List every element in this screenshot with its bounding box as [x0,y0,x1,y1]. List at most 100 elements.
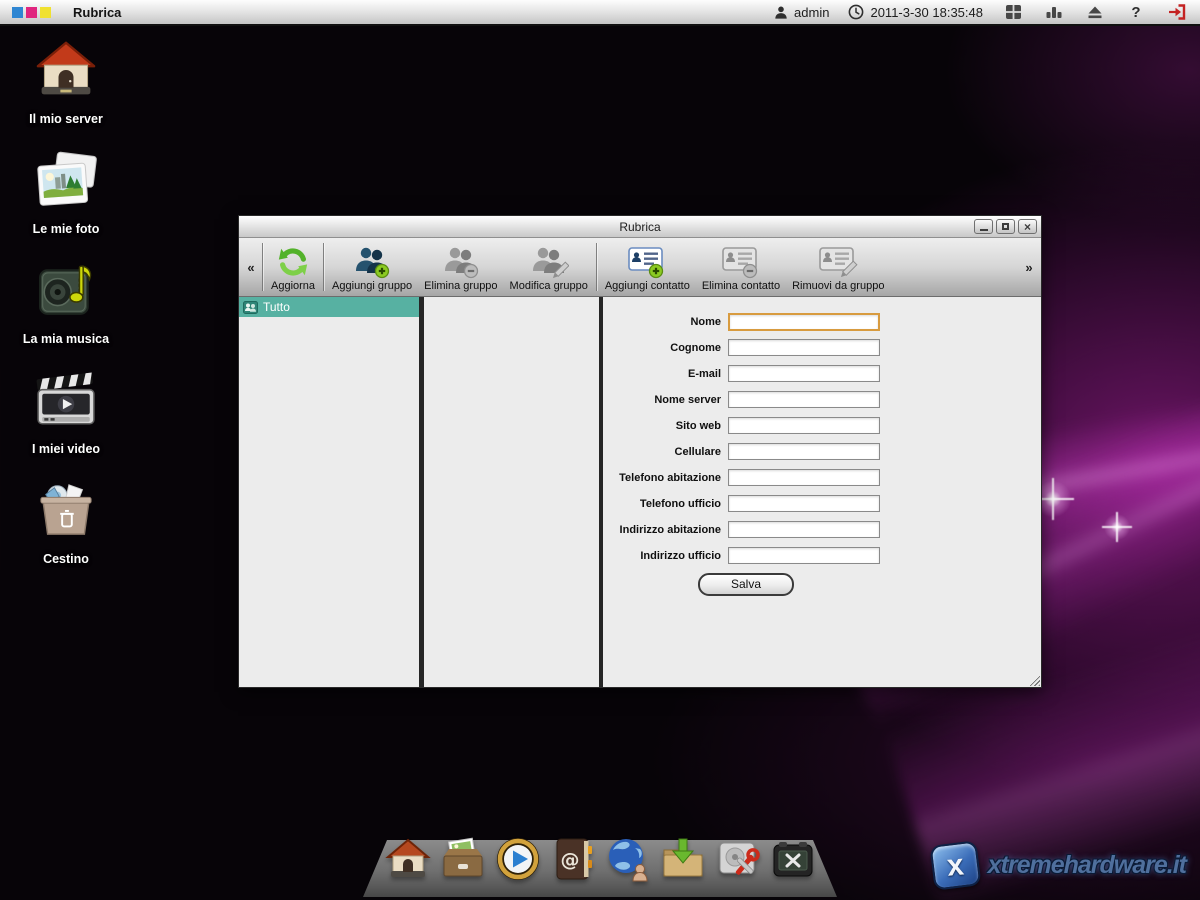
dock-web-icon[interactable] [605,836,651,882]
contact-form: Nome Cognome E-mail Nome server Sito web… [603,297,889,596]
toolbar-button-label: Rimuovi da gruppo [792,280,884,292]
field-label-email: E-mail [603,368,728,380]
nome-field[interactable] [728,313,880,331]
rubrica-window: Rubrica × « Aggiorna [238,215,1042,688]
dock-system-tools-icon[interactable] [715,836,761,882]
user-menu[interactable]: admin [774,5,829,20]
desktop-icon-label: I miei video [16,442,116,456]
maximize-icon [1002,223,1009,230]
watermark-text: xtremehardware.it [988,851,1186,880]
home-icon [36,40,96,98]
svg-text:@: @ [560,849,579,871]
logo-square-blue [12,7,23,18]
toolbar-scroll-right[interactable]: » [1020,238,1038,296]
dock-utilities-icon[interactable] [770,836,816,882]
delete-contact-button[interactable]: Elimina contatto [696,238,786,296]
toolbar-button-label: Modifica gruppo [510,280,588,292]
group-edit-icon [529,245,569,279]
eject-icon [1087,5,1103,20]
field-label-sito-web: Sito web [603,420,728,432]
desktop-icon-my-music[interactable]: La mia musica [16,258,116,346]
desktop-icon-my-photos[interactable]: Le mie foto [16,148,116,236]
group-icon [243,301,258,314]
xtremehardware-watermark: x xtremehardware.it [932,843,1186,888]
brand-logo-squares [12,7,51,18]
save-button[interactable]: Salva [698,573,794,596]
active-app-title: Rubrica [73,5,121,20]
toolbar-button-label: Elimina contatto [702,280,780,292]
desktop-icon-recycle-bin[interactable]: Cestino [16,478,116,566]
desktop-icon-label: Cestino [16,552,116,566]
dock-address-book-icon[interactable]: @ [550,836,596,882]
help-button[interactable]: ? [1125,2,1147,22]
refresh-icon [276,245,310,279]
field-label-nome-server: Nome server [603,394,728,406]
dock-photos-icon[interactable] [440,836,486,882]
logo-square-magenta [26,7,37,18]
toolbar-spacer [890,238,1020,296]
close-icon: × [1024,221,1031,233]
group-item-label: Tutto [263,300,290,314]
close-button[interactable]: × [1018,219,1037,234]
minimize-icon [980,229,988,231]
eject-button[interactable] [1084,2,1106,22]
delete-group-button[interactable]: Elimina gruppo [418,238,503,296]
toolbar-button-label: Aggiungi gruppo [332,280,412,292]
telefono-abitazione-field[interactable] [728,469,880,486]
trash-icon [36,480,96,538]
refresh-button[interactable]: Aggiorna [265,238,321,296]
telefono-ufficio-field[interactable] [728,495,880,512]
field-label-indirizzo-abitazione: Indirizzo abitazione [603,524,728,536]
logout-button[interactable] [1166,2,1188,22]
contact-remove-icon [720,245,762,279]
edit-group-button[interactable]: Modifica gruppo [504,238,594,296]
minimize-button[interactable] [974,219,993,234]
dock-downloads-icon[interactable] [660,836,706,882]
widgets-button[interactable] [1043,2,1065,22]
remove-from-group-button[interactable]: Rimuovi da gruppo [786,238,890,296]
maximize-button[interactable] [996,219,1015,234]
add-group-button[interactable]: Aggiungi gruppo [326,238,418,296]
contact-add-icon [626,245,668,279]
field-label-nome: Nome [603,316,728,328]
groups-panel: Tutto [239,297,419,687]
desktop-icon-label: Le mie foto [16,222,116,236]
apps-grid-button[interactable] [1002,2,1024,22]
desktop-icon-my-server[interactable]: Il mio server [16,38,116,126]
window-titlebar[interactable]: Rubrica × [239,216,1041,238]
dock-home-icon[interactable] [385,836,431,882]
field-label-telefono-abitazione: Telefono abitazione [603,472,728,484]
clock-icon [848,4,864,20]
datetime-text: 2011-3-30 18:35:48 [870,5,983,20]
field-label-cognome: Cognome [603,342,728,354]
field-label-telefono-ufficio: Telefono ufficio [603,498,728,510]
contacts-list-panel [424,297,599,687]
contact-remove-from-group-icon [817,245,859,279]
widgets-icon [1045,5,1063,20]
add-contact-button[interactable]: Aggiungi contatto [599,238,696,296]
toolbar-separator [262,243,263,291]
logout-icon [1168,4,1186,20]
field-label-cellulare: Cellulare [603,446,728,458]
desktop-icon-my-videos[interactable]: I miei video [16,368,116,456]
group-add-icon [352,245,392,279]
username: admin [794,5,829,20]
toolbar-separator [596,243,597,291]
clock-display: 2011-3-30 18:35:48 [848,4,983,20]
email-field[interactable] [728,365,880,382]
xtremehardware-badge-icon: x [929,840,981,890]
window-toolbar: « Aggiorna [239,238,1041,297]
nome-server-field[interactable] [728,391,880,408]
cognome-field[interactable] [728,339,880,356]
indirizzo-abitazione-field[interactable] [728,521,880,538]
window-title: Rubrica [619,220,660,234]
top-menubar: Rubrica admin 2011-3-30 18:35:48 ? [0,0,1200,26]
dock-media-player-icon[interactable] [495,836,541,882]
indirizzo-ufficio-field[interactable] [728,547,880,564]
photos-icon [35,150,97,208]
toolbar-scroll-left[interactable]: « [242,238,260,296]
logo-square-yellow [40,7,51,18]
cellulare-field[interactable] [728,443,880,460]
sito-web-field[interactable] [728,417,880,434]
group-item-tutto[interactable]: Tutto [239,297,419,317]
